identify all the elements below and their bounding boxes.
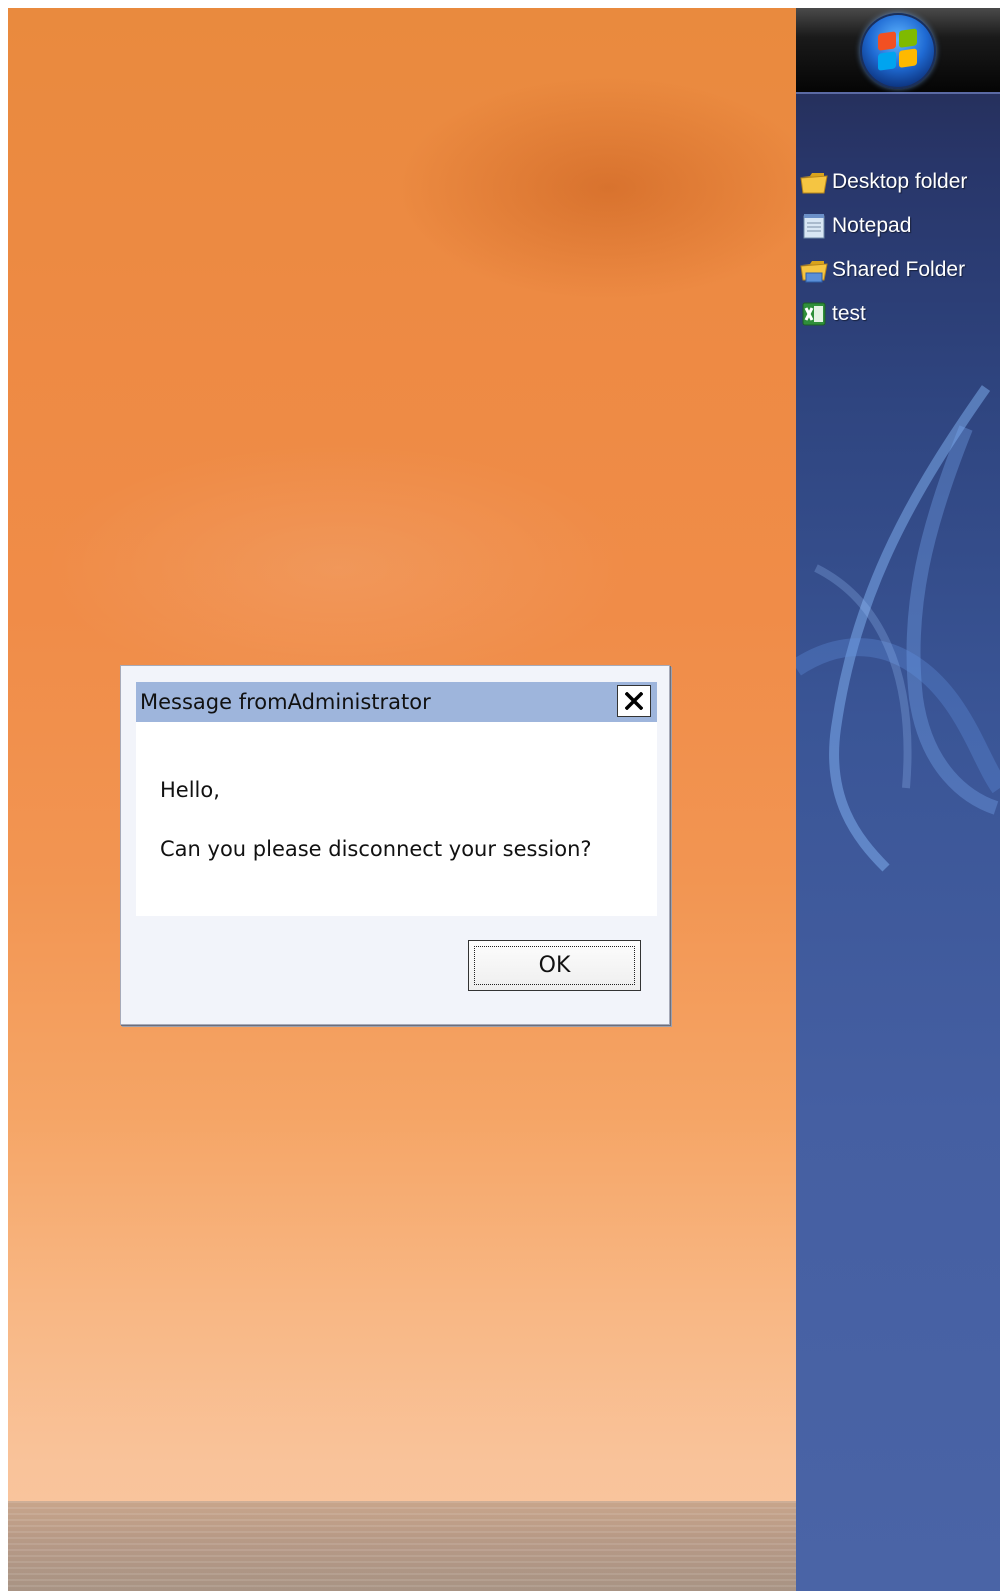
- windows-logo-icon: [878, 28, 918, 74]
- shared-folder-icon: [800, 256, 828, 284]
- shortcut-label: Shared Folder: [832, 258, 966, 281]
- shortcut-notepad[interactable]: Notepad: [800, 211, 911, 241]
- message-greeting: Hello,: [160, 778, 220, 802]
- ok-button-label: OK: [538, 953, 571, 978]
- sea-horizon: [8, 1501, 796, 1591]
- folder-icon: [800, 168, 828, 196]
- message-dialog: Message fromAdministrator Hello, Can you…: [120, 665, 670, 1025]
- shortcut-desktop-folder[interactable]: Desktop folder: [800, 167, 967, 197]
- notepad-icon: [800, 212, 828, 240]
- panel-header: [796, 8, 1000, 94]
- start-orb-button[interactable]: [860, 13, 936, 89]
- close-icon: [625, 692, 643, 710]
- dialog-titlebar[interactable]: Message fromAdministrator: [136, 682, 657, 722]
- excel-icon: [800, 300, 828, 328]
- message-body: Hello, Can you please disconnect your se…: [136, 722, 657, 916]
- screen: Desktop folder Notepad Shared Folder tes…: [0, 0, 1000, 1591]
- close-button[interactable]: [617, 685, 651, 717]
- shortcut-label: test: [832, 302, 866, 325]
- shortcut-test[interactable]: test: [800, 299, 866, 329]
- side-panel: Desktop folder Notepad Shared Folder tes…: [796, 8, 1000, 1591]
- dialog-title: Message fromAdministrator: [140, 690, 431, 714]
- message-text: Can you please disconnect your session?: [160, 837, 592, 861]
- ok-button[interactable]: OK: [468, 940, 641, 991]
- panel-swirl-decoration: [796, 385, 1000, 872]
- shortcut-shared-folder[interactable]: Shared Folder: [800, 255, 965, 285]
- shortcut-label: Notepad: [832, 214, 912, 237]
- shortcut-label: Desktop folder: [832, 170, 968, 193]
